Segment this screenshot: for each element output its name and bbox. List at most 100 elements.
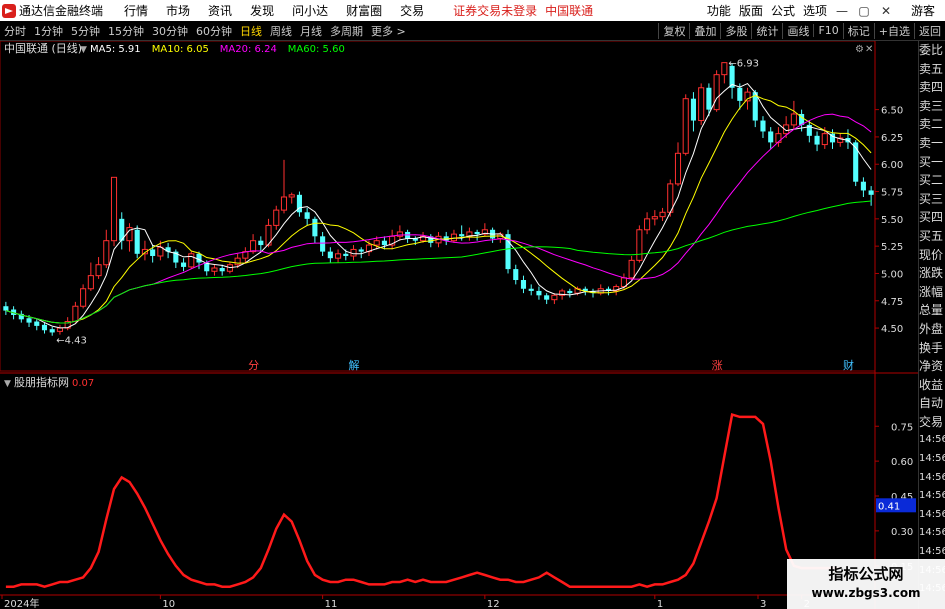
quote-panel-item: 买五 [919,228,944,243]
period-more[interactable]: 更多 > [367,23,410,39]
menu-item-discover[interactable]: 发现 [250,2,274,19]
button-overlay[interactable]: 叠加 [689,22,720,39]
chart-area[interactable]: 6.50 6.25 6.00 5.75 5.50 5.25 5.00 4.75 4.50 0.75… [0,41,945,609]
period-daily[interactable]: 日线 [236,23,266,39]
indicator-current-value: 0.41 [878,501,900,512]
candle-body [737,87,743,101]
quote-panel-item: 14:56 [919,453,945,465]
menu-item-wealth[interactable]: 财富圈 [346,2,382,19]
period-monthly[interactable]: 月线 [296,23,326,39]
menu-item-market[interactable]: 行情 [124,2,148,19]
menu-item-news[interactable]: 资讯 [208,2,232,19]
menu-item-assistant[interactable]: 问小达 [292,2,328,19]
button-add-watchlist[interactable]: +自选 [873,22,914,39]
maximize-button[interactable]: ▢ [855,4,873,18]
candle-body [234,257,241,266]
candle-body [103,240,110,266]
quote-panel-item: 卖三 [919,98,944,113]
menu-item-trade[interactable]: 交易 [400,2,424,19]
button-mark[interactable]: 标记 [842,22,874,39]
trade-login-warning[interactable]: 证券交易未登录 [453,2,537,19]
period-60min[interactable]: 60分钟 [192,23,236,39]
ma-line-ma60 [5,200,872,324]
menu-item-function[interactable]: 功能 [707,2,731,19]
app-title: 通达信金融终端 [19,4,104,18]
candle-body [110,176,118,242]
period-tick[interactable]: 分时 [0,23,30,39]
chart-axes: 6.50 6.25 6.00 5.75 5.50 5.25 5.00 4.75 4.50 0.75… [1,106,916,609]
button-draw[interactable]: 画线 [782,22,813,39]
price-axis-label: 6.50 [881,106,903,117]
menu-item-layout[interactable]: 版面 [739,2,763,19]
candle-body [450,233,458,242]
button-f10[interactable]: F10 [813,24,842,37]
ma-legend: MA10: 6.05 [152,44,209,55]
quote-panel-item: 14:56 [919,471,945,483]
candle-body [343,253,349,256]
event-marker: 财 [843,358,854,372]
quote-panel-item: 现价 [919,247,944,262]
kline-chart[interactable]: 6.50 6.25 6.00 5.75 5.50 5.25 5.00 4.75 4.50 0.75… [0,41,918,609]
minimize-button[interactable]: — [833,4,851,18]
quote-panel-item: 卖一 [919,135,944,150]
quote-panel-item: 14:56 [919,434,945,446]
menu-item-formula[interactable]: 公式 [771,2,795,19]
quote-panel: 委比 卖五 卖四 卖三 卖二 卖一 买一 买二 买三 买四 买五 现价 涨跌 涨幅 总量 外盘 换手 净资 收益 自动… [918,41,945,609]
candle-body [551,294,558,301]
candle-body [536,290,542,296]
candle-body [513,269,519,281]
price-axis-label: 6.25 [881,133,903,144]
quote-panel-item: 14:56 [919,508,945,520]
price-axis-label: 5.50 [881,215,903,226]
candle-body [312,218,318,237]
quote-panel-item: 买四 [919,210,944,225]
quote-panel-item[interactable]: 交易 [919,413,945,432]
guest-login[interactable]: 游客 [911,2,935,19]
candle-body [381,240,387,246]
period-1min[interactable]: 1分钟 [30,23,67,39]
period-30min[interactable]: 30分钟 [148,23,192,39]
candle-body [87,275,94,290]
candle-body [744,91,751,102]
close-button[interactable]: ✕ [877,4,895,18]
candle-body [713,74,720,111]
period-multi[interactable]: 多周期 [326,23,367,39]
quote-panel-item: 卖四 [919,80,944,95]
quote-panel-item[interactable]: 自动 [919,394,945,413]
quote-panel-item: 14:56 [919,527,945,539]
period-15min[interactable]: 15分钟 [104,23,148,39]
price-axis-label: 5.00 [881,269,903,280]
candle-body [644,218,651,231]
watermark-url: www.zbgs3.com [811,586,921,600]
candle-body [56,327,63,332]
ma-line-ma20 [5,113,872,324]
period-weekly[interactable]: 周线 [266,23,296,39]
candle-body [474,231,480,235]
button-adjust[interactable]: 复权 [658,22,689,39]
candle-body [459,234,465,237]
ma-line-ma10 [5,94,872,324]
price-axis-label: 5.25 [881,242,903,253]
candle-body [95,264,102,277]
period-5min[interactable]: 5分钟 [67,23,104,39]
watermark: 指标公式网 www.zbgs3.com [787,559,945,609]
candle-body [181,262,187,267]
button-multi-stock[interactable]: 多股 [720,22,751,39]
candle-body [690,98,696,121]
candle-body [157,246,164,257]
button-back[interactable]: 返回 [914,22,945,39]
candle-body [134,229,140,254]
menu-item-exchange[interactable]: 市场 [166,2,190,19]
candle-body [34,321,40,326]
candle-body [628,259,635,279]
candle-body [768,131,774,143]
candle-body [258,240,264,246]
candle-body [760,120,766,132]
quote-panel-item: 外盘 [919,321,944,336]
menu-item-options[interactable]: 选项 [803,2,827,19]
quote-panel-item: 卖二 [919,117,944,132]
x-axis-label: 1 [657,599,663,609]
low-price-label: ←4.43 [56,336,87,347]
price-axis-label: 4.75 [881,297,903,308]
button-stats[interactable]: 统计 [751,22,782,39]
